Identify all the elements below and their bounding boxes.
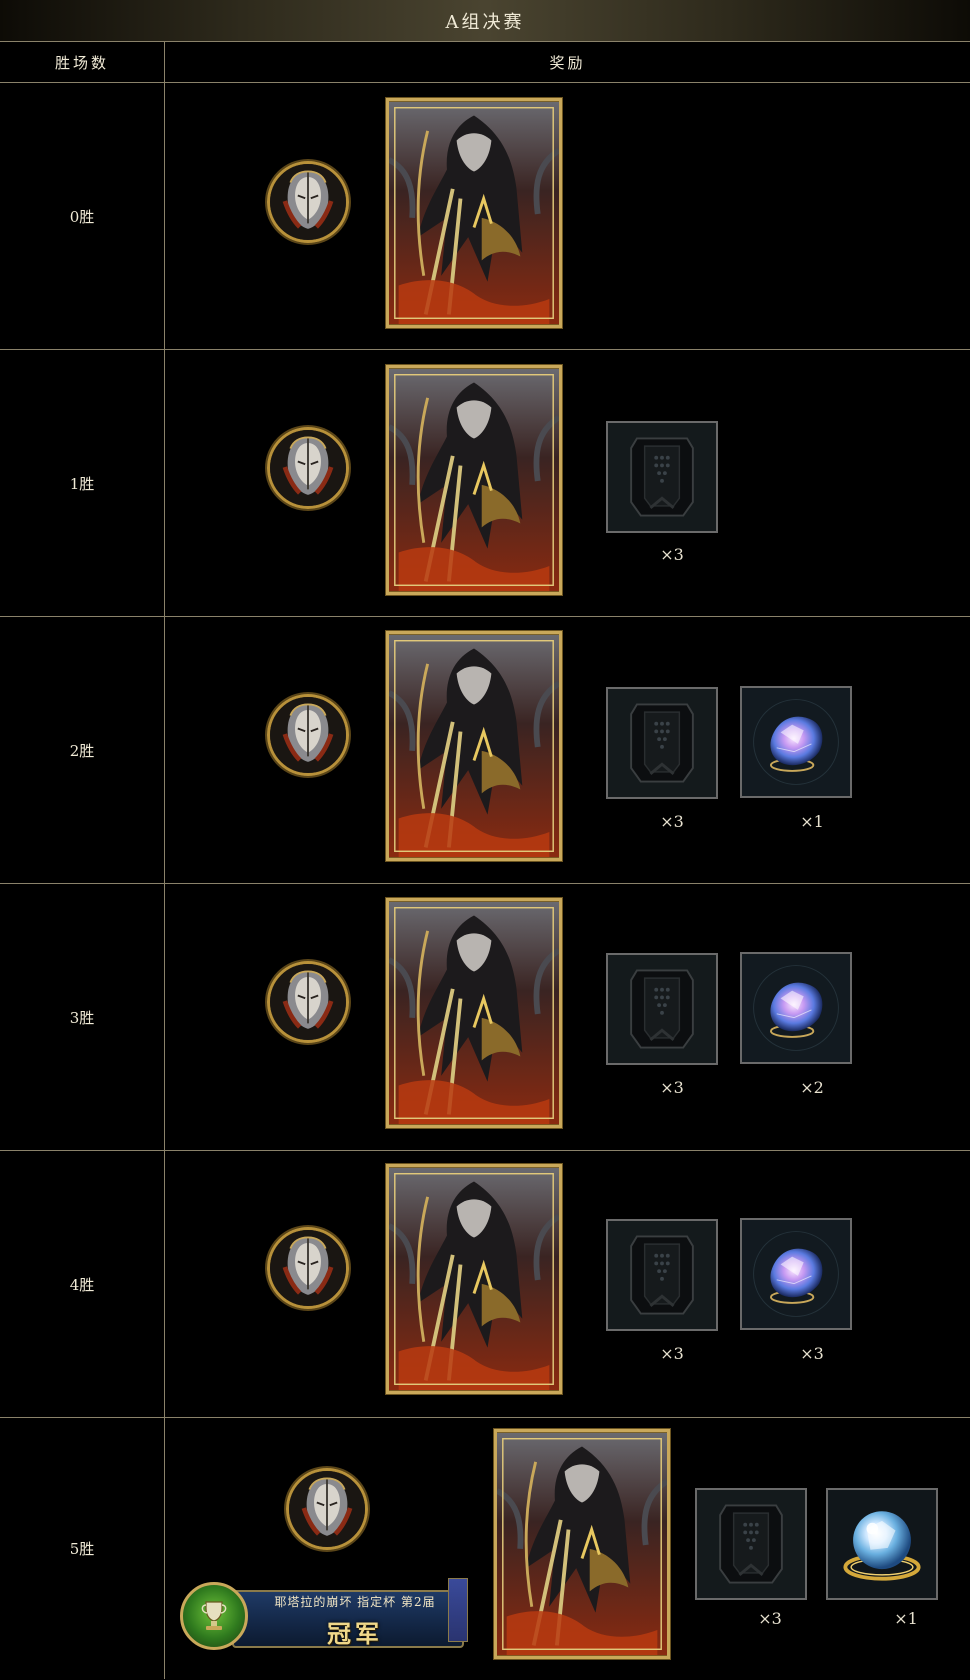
card-art-image: [386, 1164, 562, 1394]
page-title: A组决赛: [0, 0, 970, 42]
avatar-emblem-icon: [286, 1468, 368, 1550]
card-pack-icon: [606, 687, 718, 799]
banner-flag-icon: [448, 1578, 468, 1642]
avatar-emblem-icon: [267, 427, 349, 509]
card-pack-icon: [606, 421, 718, 533]
card-pack-icon: [695, 1488, 807, 1600]
reward-table-page: A组决赛 胜场数 奖励 0胜 1胜 2胜 3胜 4胜 5胜 ×3 ×3 ×1 ×…: [0, 0, 970, 1680]
item-quantity: ×3: [660, 545, 684, 564]
crystal-icon: [740, 1218, 852, 1330]
trophy-emblem-icon: [180, 1582, 248, 1650]
crystal-icon: [740, 952, 852, 1064]
avatar-emblem-icon: [267, 694, 349, 776]
wins-count: 0胜: [0, 83, 165, 349]
table-row: 5胜: [0, 1418, 970, 1679]
item-quantity: ×3: [660, 1344, 684, 1363]
item-quantity: ×3: [660, 1078, 684, 1097]
card-art-image: [386, 631, 562, 861]
crystal-icon: [740, 686, 852, 798]
item-quantity: ×3: [800, 1344, 824, 1363]
item-quantity: ×2: [800, 1078, 824, 1097]
orb-icon: [826, 1488, 938, 1600]
badge-title: 冠军: [327, 1619, 383, 1648]
wins-column-header: 胜场数: [0, 42, 165, 82]
item-quantity: ×3: [660, 812, 684, 831]
reward-column-header: 奖励: [549, 53, 586, 72]
card-pack-icon: [606, 953, 718, 1065]
avatar-emblem-icon: [267, 1227, 349, 1309]
card-art-image: [494, 1429, 670, 1659]
wins-count: 4胜: [0, 1151, 165, 1417]
wins-count: 5胜: [0, 1418, 165, 1679]
item-quantity: ×1: [894, 1609, 918, 1628]
avatar-emblem-icon: [267, 961, 349, 1043]
table-header: 胜场数 奖励: [0, 42, 970, 83]
wins-count: 2胜: [0, 617, 165, 883]
wins-count: 1胜: [0, 350, 165, 616]
wins-count: 3胜: [0, 884, 165, 1150]
item-quantity: ×1: [800, 812, 824, 831]
card-pack-icon: [606, 1219, 718, 1331]
item-quantity: ×3: [758, 1609, 782, 1628]
champion-badge: 耶塔拉的崩坏 指定杯 第2届 冠军: [180, 1578, 480, 1654]
badge-subtitle: 耶塔拉的崩坏 指定杯 第2届: [274, 1595, 436, 1609]
card-art-image: [386, 98, 562, 328]
card-art-image: [386, 365, 562, 595]
card-art-image: [386, 898, 562, 1128]
avatar-emblem-icon: [267, 161, 349, 243]
